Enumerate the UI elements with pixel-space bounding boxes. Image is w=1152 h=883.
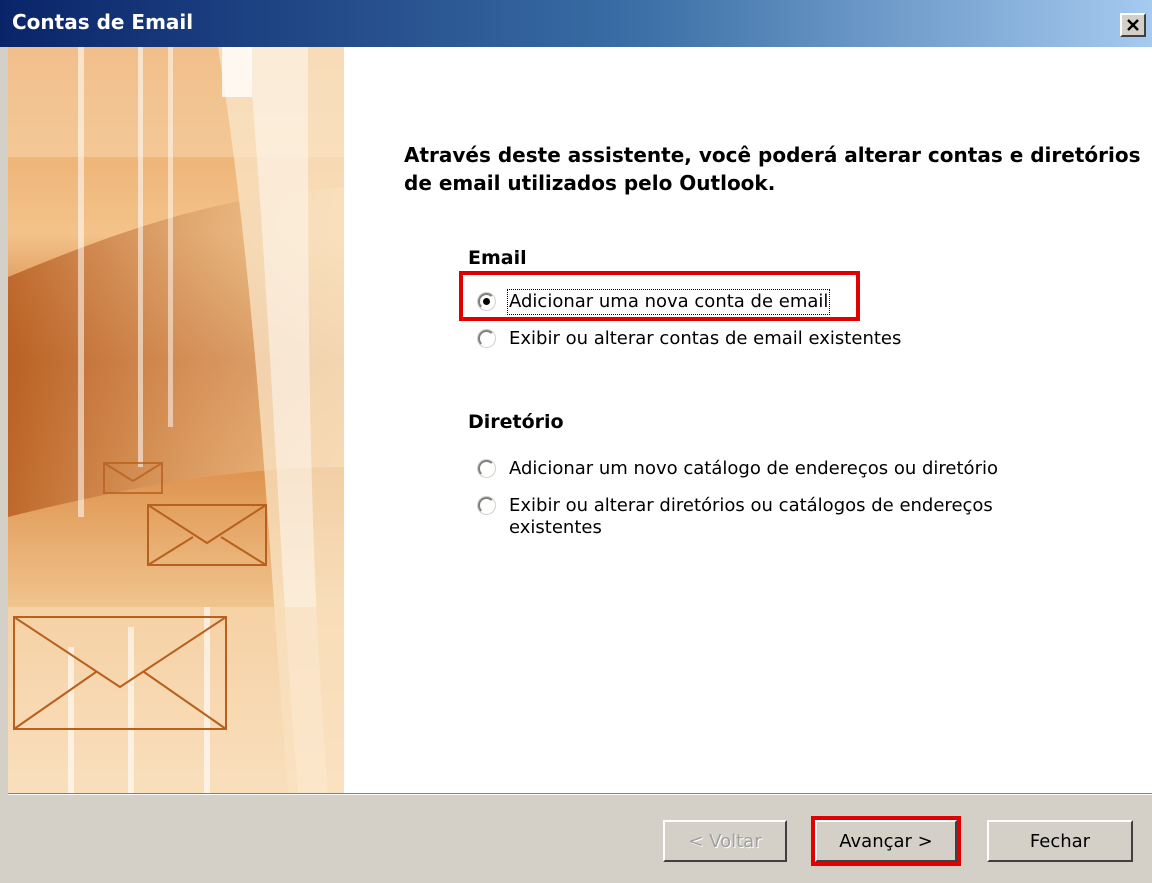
close-icon [1127,19,1139,31]
radio-label: Exibir ou alterar contas de email existe… [509,328,902,349]
close-window-button[interactable] [1120,13,1146,37]
radio-button[interactable] [478,460,495,477]
footer-separator [8,793,1152,795]
directory-section: Diretório [468,411,1148,433]
radio-label: Adicionar um novo catálogo de endereços … [509,458,998,479]
email-section: Email [468,247,1148,269]
radio-button[interactable] [478,497,495,514]
radio-view-directories[interactable]: Exibir ou alterar diretórios ou catálogo… [478,495,1068,539]
radio-label: Exibir ou alterar diretórios ou catálogo… [509,495,993,538]
intro-text: Através deste assistente, você poderá al… [404,143,1141,195]
radio-button[interactable] [478,330,495,347]
email-section-title: Email [468,247,527,269]
dialog-window: Contas de Email Através deste assistente… [0,0,1152,883]
highlight-box [459,271,860,321]
radio-add-directory[interactable]: Adicionar um novo catálogo de endereços … [478,458,998,480]
directory-section-title: Diretório [468,411,564,433]
radio-view-email-accounts[interactable]: Exibir ou alterar contas de email existe… [478,328,901,350]
close-button[interactable]: Fechar [987,820,1133,862]
wizard-main-panel: Através deste assistente, você poderá al… [404,141,1144,538]
title-bar: Contas de Email [0,0,1152,47]
window-title: Contas de Email [12,10,194,34]
back-button[interactable]: < Voltar [663,820,787,862]
wizard-banner-image [8,47,344,793]
highlight-box [811,816,961,866]
dialog-content: Através deste assistente, você poderá al… [8,47,1152,793]
